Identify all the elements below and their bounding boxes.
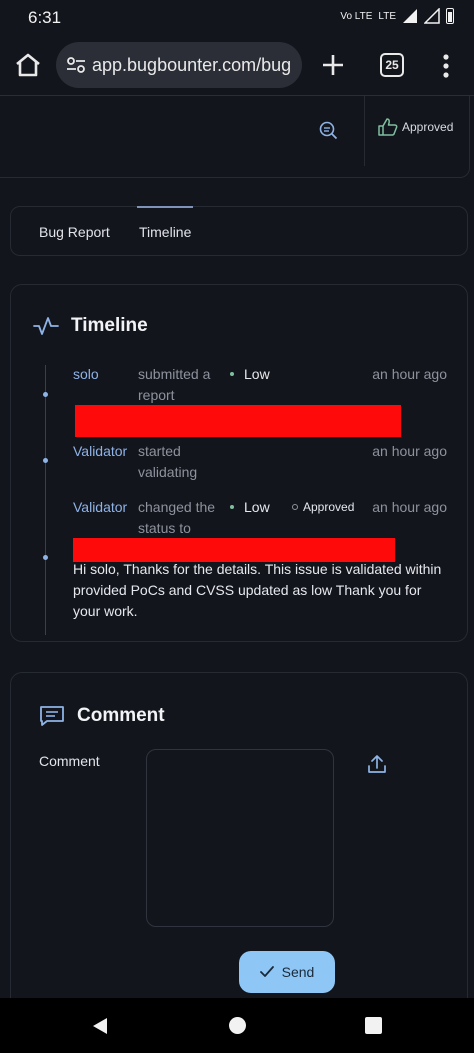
home-icon[interactable] (14, 52, 42, 78)
timeline-card: Timeline solo submitted a report Low an … (10, 284, 468, 642)
back-icon[interactable] (92, 1017, 108, 1035)
timeline-dot (43, 392, 48, 397)
severity-badge: Low (230, 499, 270, 515)
lte-indicator: LTE (378, 10, 396, 22)
comment-input[interactable] (146, 749, 334, 927)
signal-icon (403, 9, 417, 23)
timeline-heading: Timeline (33, 315, 148, 337)
volte-indicator: Vo LTE (340, 10, 373, 22)
new-tab-icon[interactable] (320, 52, 346, 78)
send-label: Send (281, 964, 315, 980)
timeline-dot (43, 458, 48, 463)
comment-label: Comment (39, 753, 100, 769)
more-options-icon[interactable] (438, 52, 454, 80)
event-action: started validating (138, 443, 198, 480)
event-actor[interactable]: solo (73, 366, 99, 382)
report-tabs: Bug Report Timeline (10, 206, 468, 256)
timeline-line (45, 365, 46, 635)
check-icon (259, 966, 274, 977)
status-badge: Approved (291, 500, 354, 514)
event-time: an hour ago (372, 366, 447, 382)
approved-status-button[interactable]: Approved (378, 118, 453, 136)
status-time: 6:31 (28, 8, 62, 27)
send-button[interactable]: Send (239, 951, 335, 993)
thumbs-up-icon (292, 504, 298, 510)
event-action: submitted a report (138, 366, 211, 403)
address-bar[interactable]: app.bugbounter.com/bug (56, 42, 302, 88)
redaction-block (75, 405, 401, 437)
status-icons: Vo LTE LTE (340, 8, 454, 24)
status-bar: 6:31 Vo LTE LTE (0, 0, 474, 34)
event-time: an hour ago (372, 499, 447, 515)
document-search-icon[interactable] (318, 120, 338, 140)
url-text: app.bugbounter.com/bug (92, 54, 292, 75)
site-settings-icon[interactable] (66, 56, 86, 74)
event-actor[interactable]: Validator (73, 499, 127, 515)
thumbs-up-icon (378, 118, 398, 136)
header-divider (364, 96, 365, 166)
system-navigation-bar (0, 998, 474, 1053)
severity-label: Low (244, 499, 270, 515)
validator-message: Hi solo, Thanks for the details. This is… (73, 561, 442, 619)
comment-card: Comment Comment Send (10, 672, 468, 1012)
active-tab-indicator (137, 206, 193, 208)
event-time: an hour ago (372, 443, 447, 459)
comment-title: Comment (77, 705, 165, 726)
timeline-dot (43, 555, 48, 560)
approved-label: Approved (402, 120, 454, 134)
message-icon (40, 706, 64, 726)
severity-dot (230, 372, 234, 376)
report-header-card (0, 96, 470, 178)
activity-icon (33, 317, 59, 335)
tab-switcher-button[interactable]: 25 (380, 53, 404, 77)
tab-timeline[interactable]: Timeline (139, 224, 191, 240)
event-actor[interactable]: Validator (73, 443, 127, 459)
timeline-title: Timeline (71, 315, 148, 336)
upload-icon[interactable] (367, 753, 387, 775)
comment-heading: Comment (39, 705, 165, 727)
tab-bug-report[interactable]: Bug Report (39, 224, 110, 240)
severity-dot (230, 505, 234, 509)
browser-toolbar: app.bugbounter.com/bug 25 (0, 34, 474, 96)
signal-empty-icon (424, 8, 440, 24)
battery-icon (446, 8, 454, 24)
home-nav-icon[interactable] (229, 1017, 246, 1034)
event-action: changed the status to (138, 499, 216, 536)
recents-icon[interactable] (365, 1017, 382, 1034)
severity-label: Low (244, 366, 270, 382)
status-label: Approved (303, 500, 355, 514)
severity-badge: Low (230, 366, 270, 382)
